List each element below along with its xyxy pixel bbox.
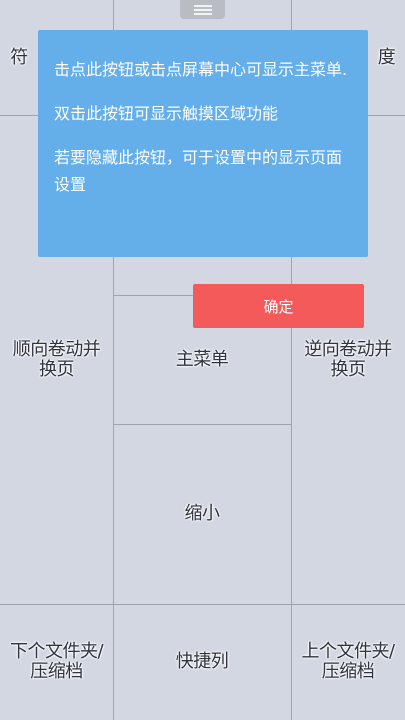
zone-scroll-backward-label: 逆向卷动并 换页 <box>304 338 392 380</box>
help-tooltip: 击点此按钮或击点屏幕中心可显示主菜单. 双击此按钮可显示触摸区域功能 若要隐藏此… <box>38 30 368 257</box>
zone-shortcut-bar[interactable]: 快捷列 <box>113 604 291 720</box>
zone-top-left[interactable]: 符 <box>0 0 38 115</box>
hamburger-icon <box>193 4 212 7</box>
tooltip-line-3: 若要隐藏此按钮，可于设置中的显示页面设置 <box>54 148 343 194</box>
zone-top-right-label: 度 <box>377 46 396 68</box>
zone-top-left-label: 符 <box>10 46 28 68</box>
zone-zoom-out[interactable]: 缩小 <box>113 424 291 604</box>
zone-next-folder-label: 下个文件夹/ 压缩档 <box>9 641 104 682</box>
tooltip-line-1: 击点此按钮或击点屏幕中心可显示主菜单. <box>54 60 348 79</box>
tooltip-line-2: 双击此按钮可显示触摸区域功能 <box>54 104 279 123</box>
zone-shortcut-bar-label: 快捷列 <box>175 651 229 672</box>
menu-handle-button[interactable] <box>180 0 225 19</box>
confirm-button[interactable]: 确定 <box>193 284 364 328</box>
zone-top-right[interactable]: 度 <box>368 0 405 115</box>
zone-prev-folder-label: 上个文件夹/ 压缩档 <box>301 641 395 682</box>
hamburger-icon <box>193 12 212 15</box>
zone-prev-folder[interactable]: 上个文件夹/ 压缩档 <box>291 604 405 720</box>
zone-main-menu-label: 主菜单 <box>175 348 229 370</box>
hamburger-icon <box>193 8 212 11</box>
zone-next-folder[interactable]: 下个文件夹/ 压缩档 <box>0 604 113 720</box>
zone-scroll-forward-label: 顺向卷动并 换页 <box>12 338 101 380</box>
zone-zoom-out-label: 缩小 <box>184 503 221 524</box>
